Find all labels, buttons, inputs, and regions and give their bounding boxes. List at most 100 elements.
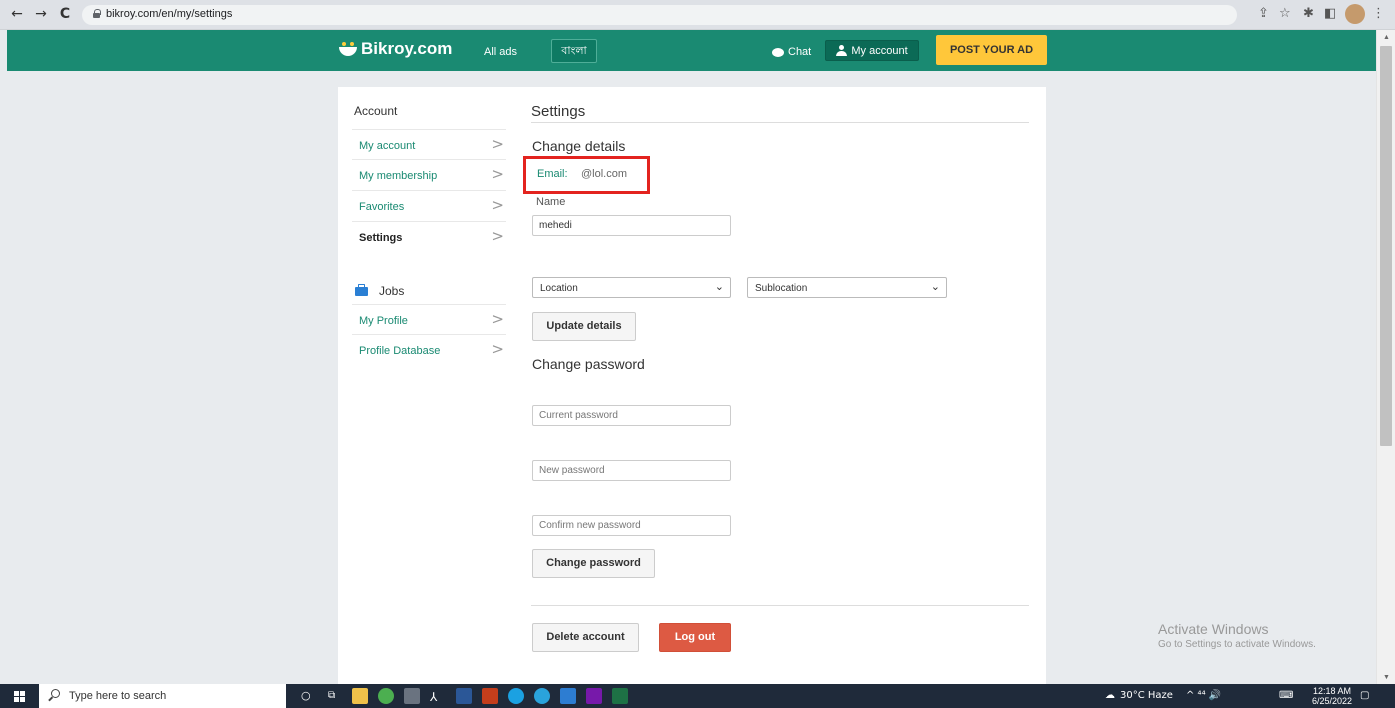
post-ad-button[interactable]: POST YOUR AD xyxy=(936,35,1047,65)
telegram-icon[interactable] xyxy=(534,688,550,704)
taskbar-clock[interactable]: 12:18 AM 6/25/2022 xyxy=(1312,686,1352,706)
scroll-down-icon[interactable]: ▼ xyxy=(1383,674,1390,681)
sidebar-item-label: My Profile xyxy=(359,315,408,327)
onenote-icon[interactable] xyxy=(586,688,602,704)
taskbar-search[interactable]: Type here to search xyxy=(39,684,286,708)
profile-avatar[interactable] xyxy=(1345,4,1365,24)
site-header: Bikroy.com All ads বাংলা Chat My account… xyxy=(7,30,1376,71)
sidebar-item-label: My membership xyxy=(359,170,438,182)
file-explorer-icon[interactable] xyxy=(352,688,368,704)
excel-icon[interactable] xyxy=(612,688,628,704)
chat-label: Chat xyxy=(788,46,812,58)
search-icon xyxy=(51,689,60,698)
browser-chrome: ← → C bikroy.com/en/my/settings ⇪ ☆ ✱ ◧ … xyxy=(0,0,1395,30)
back-button[interactable]: ← xyxy=(8,5,26,23)
page-scrollbar[interactable]: ▲ ▼ xyxy=(1376,30,1395,684)
reload-button[interactable]: C xyxy=(56,5,74,23)
share-icon[interactable]: ⇪ xyxy=(1258,6,1269,21)
acrobat-icon[interactable]: ⅄ xyxy=(430,690,437,704)
activate-windows-watermark: Activate Windows Go to Settings to activ… xyxy=(1158,621,1316,650)
sidebar-item-my-membership[interactable]: My membership > xyxy=(352,159,506,189)
task-view-icon[interactable]: ⧉ xyxy=(328,690,335,701)
chevron-right-icon: > xyxy=(491,135,504,153)
windows-start-icon[interactable] xyxy=(14,691,25,702)
keyboard-icon[interactable]: ⌨ xyxy=(1279,690,1293,701)
tray-icons[interactable]: ^ ⁴⁴ 🔊 xyxy=(1186,690,1221,701)
sidebar-item-label: Profile Database xyxy=(359,345,441,357)
clock-time: 12:18 AM xyxy=(1313,686,1352,696)
sidepanel-icon[interactable]: ◧ xyxy=(1324,6,1336,21)
chevron-down-icon: ⌄ xyxy=(930,280,940,293)
new-password-input[interactable] xyxy=(532,460,731,481)
sidebar-item-settings[interactable]: Settings > xyxy=(352,221,506,251)
location-select[interactable]: Location ⌄ xyxy=(532,277,731,298)
search-placeholder: Type here to search xyxy=(69,690,167,702)
chevron-right-icon: > xyxy=(491,196,504,214)
name-input[interactable] xyxy=(532,215,731,236)
extensions-icon[interactable]: ✱ xyxy=(1303,6,1314,21)
sidebar-item-my-account[interactable]: My account > xyxy=(352,129,506,159)
current-password-input[interactable] xyxy=(532,405,731,426)
update-details-button[interactable]: Update details xyxy=(532,312,636,341)
chrome-icon[interactable] xyxy=(378,688,394,704)
sidebar-item-favorites[interactable]: Favorites > xyxy=(352,190,506,220)
confirm-password-input[interactable] xyxy=(532,515,731,536)
smile-icon xyxy=(339,42,357,56)
calculator-icon[interactable] xyxy=(404,688,420,704)
page-title: Settings xyxy=(531,103,586,120)
sidebar-item-label: Settings xyxy=(359,232,403,244)
change-password-heading: Change password xyxy=(532,356,645,372)
mail-icon[interactable] xyxy=(560,688,576,704)
address-bar[interactable]: bikroy.com/en/my/settings xyxy=(82,5,1237,25)
windows-taskbar: Type here to search ○ ⧉ ⅄ ☁ 30°C Haze ^ … xyxy=(0,684,1395,708)
chevron-right-icon: > xyxy=(491,227,504,245)
edge-icon[interactable] xyxy=(508,688,524,704)
sidebar-item-label: Favorites xyxy=(359,201,405,213)
sidebar-item-profile-database[interactable]: Profile Database > xyxy=(352,334,506,364)
person-icon xyxy=(836,45,848,56)
sublocation-select[interactable]: Sublocation ⌄ xyxy=(747,277,947,298)
jobs-section-title: Jobs xyxy=(355,283,405,298)
chevron-right-icon: > xyxy=(491,310,504,328)
word-icon[interactable] xyxy=(456,688,472,704)
settings-card: Account My account > My membership > Fav… xyxy=(338,87,1046,687)
weather-text[interactable]: 30°C Haze xyxy=(1120,690,1173,701)
watermark-line1: Activate Windows xyxy=(1158,621,1269,637)
cortana-icon[interactable]: ○ xyxy=(301,689,311,702)
chevron-right-icon: > xyxy=(491,340,504,358)
my-account-button[interactable]: My account xyxy=(825,40,919,61)
menu-icon[interactable]: ⋮ xyxy=(1372,6,1385,21)
change-details-heading: Change details xyxy=(532,138,626,154)
chevron-down-icon: ⌄ xyxy=(714,280,724,293)
weather-icon: ☁ xyxy=(1105,690,1115,701)
sidebar-item-label: My account xyxy=(359,140,416,152)
powerpoint-icon[interactable] xyxy=(482,688,498,704)
chevron-right-icon: > xyxy=(491,165,504,183)
brand-name: Bikroy.com xyxy=(361,39,453,58)
account-section-title: Account xyxy=(354,104,398,118)
name-label: Name xyxy=(536,196,566,208)
chat-icon xyxy=(772,47,784,57)
all-ads-link[interactable]: All ads xyxy=(484,46,517,58)
location-value: Location xyxy=(540,283,578,294)
email-value: @lol.com xyxy=(581,168,628,180)
brand-logo[interactable]: Bikroy.com xyxy=(339,39,452,59)
scroll-up-icon[interactable]: ▲ xyxy=(1383,34,1390,41)
sublocation-value: Sublocation xyxy=(755,283,808,294)
change-password-button[interactable]: Change password xyxy=(532,549,655,578)
bottom-divider xyxy=(531,605,1029,606)
briefcase-icon xyxy=(355,283,368,296)
forward-button[interactable]: → xyxy=(32,5,50,23)
title-divider xyxy=(531,122,1029,123)
notification-icon[interactable]: ▢ xyxy=(1360,690,1369,701)
delete-account-button[interactable]: Delete account xyxy=(532,623,639,652)
scroll-thumb[interactable] xyxy=(1380,46,1392,446)
watermark-line2: Go to Settings to activate Windows. xyxy=(1158,639,1316,650)
jobs-label: Jobs xyxy=(379,284,405,298)
language-toggle[interactable]: বাংলা xyxy=(551,39,597,63)
star-icon[interactable]: ☆ xyxy=(1279,6,1291,21)
chat-link[interactable]: Chat xyxy=(772,46,811,58)
my-account-label: My account xyxy=(851,44,908,57)
log-out-button[interactable]: Log out xyxy=(659,623,731,652)
sidebar-item-my-profile[interactable]: My Profile > xyxy=(352,304,506,334)
